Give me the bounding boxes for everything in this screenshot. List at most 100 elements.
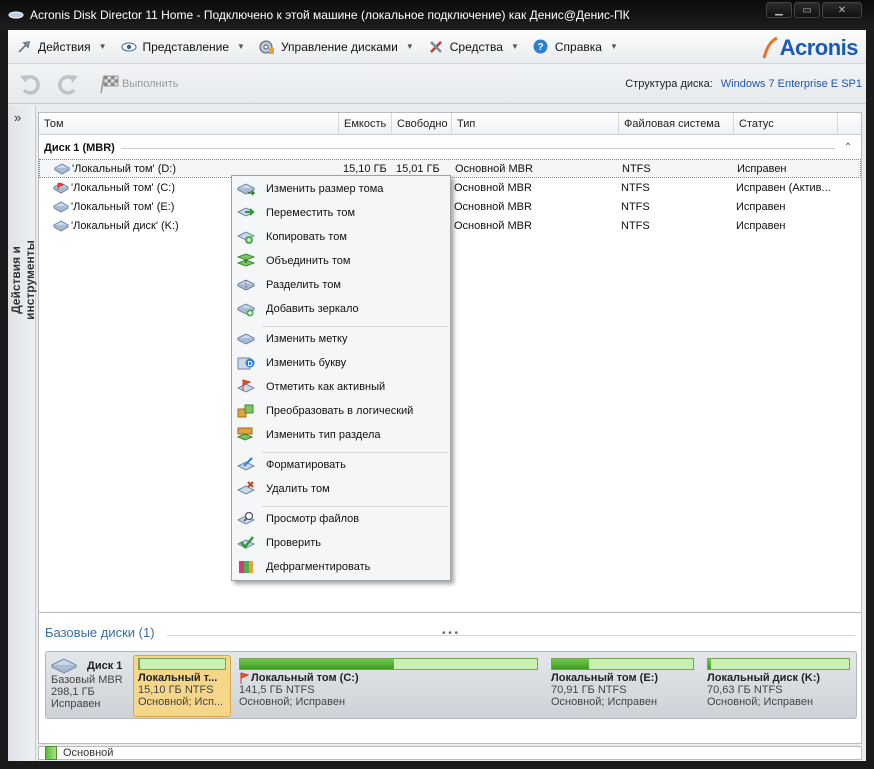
svg-text:?: ?: [538, 42, 544, 53]
menu-item-mark-active[interactable]: Отметить как активный: [232, 375, 450, 399]
column-header-type[interactable]: Тип: [452, 113, 619, 135]
row-free: 15,01 ГБ: [396, 162, 440, 175]
column-header-capacity[interactable]: Емкость: [339, 113, 392, 135]
menu-item-merge-volume[interactable]: Объединить том: [232, 249, 450, 273]
disk-name: Диск 1: [87, 660, 123, 672]
menu-item-copy-volume[interactable]: Копировать том: [232, 225, 450, 249]
menu-item-label: Изменить размер тома: [266, 183, 384, 195]
partition-size: 141,5 ГБ NTFS: [239, 684, 315, 696]
undo-icon: [20, 74, 40, 95]
maximize-button[interactable]: ▭: [794, 2, 820, 18]
resize-volume-icon: [236, 179, 256, 199]
chevron-down-icon: ▼: [237, 42, 245, 51]
menu-item-browse-files[interactable]: Просмотр файлов: [232, 507, 450, 531]
menu-item-partition-type[interactable]: Изменить тип раздела: [232, 423, 450, 447]
menu-disk-management[interactable]: Управление дисками ▼: [253, 35, 420, 59]
hard-disk-icon: [51, 658, 77, 674]
partition-status: Основной; Исправен: [551, 696, 658, 708]
undo-button[interactable]: [14, 70, 46, 98]
partition-status: Основной; Исправен: [239, 696, 346, 708]
partition-size: 15,10 ГБ NTFS: [138, 684, 214, 696]
redo-icon: [58, 74, 78, 95]
menu-item-check[interactable]: Проверить: [232, 531, 450, 555]
row-type: Основной MBR: [454, 219, 532, 232]
menu-item-delete-volume[interactable]: Удалить том: [232, 477, 450, 501]
change-label-icon: [236, 329, 256, 349]
disk-structure-link[interactable]: Windows 7 Enterprise E SP1: [721, 78, 862, 90]
menu-item-change-label[interactable]: Изменить метку: [232, 327, 450, 351]
column-header-status[interactable]: Статус: [734, 113, 838, 135]
usage-bar-fill: [139, 659, 140, 669]
menu-tools[interactable]: Средства ▼: [422, 35, 525, 59]
row-status: Исправен: [736, 219, 786, 232]
menu-item-label: Удалить том: [266, 483, 330, 495]
menu-help-label: Справка: [554, 39, 602, 54]
volume-icon: [53, 219, 69, 232]
run-button[interactable]: Выполнить: [98, 70, 178, 98]
column-header-filler: [838, 113, 859, 135]
minimize-button[interactable]: ▁: [766, 2, 792, 18]
disk-manage-icon: [259, 39, 275, 55]
title-bar: Acronis Disk Director 11 Home - Подключе…: [0, 0, 874, 30]
menu-item-split-volume[interactable]: Разделить том: [232, 273, 450, 297]
legend: Основной: [38, 746, 862, 760]
menu-item-defragment[interactable]: Дефрагментировать: [232, 555, 450, 579]
change-letter-icon: D: [236, 353, 256, 373]
menu-item-label: Объединить том: [266, 255, 351, 267]
active-flag-icon: [240, 672, 249, 684]
menu-item-label: Разделить том: [266, 279, 341, 291]
disk-map: Диск 1 Базовый MBR 298,1 ГБ Исправен Лок…: [45, 651, 857, 719]
menu-item-resize-volume[interactable]: Изменить размер тома: [232, 177, 450, 201]
row-type: Основной MBR: [454, 200, 532, 213]
check-icon: [236, 533, 256, 553]
menu-item-label: Просмотр файлов: [266, 513, 360, 525]
row-filesystem: NTFS: [621, 219, 650, 232]
menu-item-label: Изменить тип раздела: [266, 429, 381, 441]
context-menu: Изменить размер тома Переместить том Коп…: [231, 175, 451, 581]
menu-item-add-mirror[interactable]: Добавить зеркало: [232, 297, 450, 321]
disk-structure-label: Структура диска:: [625, 78, 713, 90]
collapse-up-icon[interactable]: ⌃: [841, 141, 855, 155]
menu-item-change-letter[interactable]: D Изменить букву: [232, 351, 450, 375]
menu-disk-management-label: Управление дисками: [280, 39, 398, 54]
actions-tools-sidebar[interactable]: » Действия и инструменты: [8, 106, 37, 761]
menu-bar: Действия ▼ Представление ▼ Управление диск…: [8, 30, 866, 64]
panel-splitter[interactable]: • • •: [38, 629, 862, 640]
legend-label: Основной: [63, 747, 114, 759]
divider: [120, 147, 835, 149]
partition-cell[interactable]: Локальный том (C:) 141,5 ГБ NTFS Основно…: [234, 655, 543, 717]
actions-icon: [16, 39, 32, 55]
disk-info-cell[interactable]: Диск 1 Базовый MBR 298,1 ГБ Исправен: [48, 655, 130, 717]
close-button[interactable]: ✕: [822, 2, 862, 18]
column-header-free[interactable]: Свободно: [392, 113, 452, 135]
menu-actions[interactable]: Действия ▼: [10, 35, 113, 59]
partition-status: Основной; Исправен: [707, 696, 814, 708]
menu-item-label: Отметить как активный: [266, 381, 386, 393]
usage-bar: [551, 658, 694, 670]
disk-group-title: Диск 1 (MBR): [44, 142, 115, 154]
column-header-volume[interactable]: Том: [39, 113, 339, 135]
menu-view[interactable]: Представление ▼: [115, 35, 251, 59]
column-header-filesystem[interactable]: Файловая система: [619, 113, 734, 135]
acronis-mark-icon: [762, 36, 778, 59]
menu-item-format[interactable]: Форматировать: [232, 453, 450, 477]
menu-help[interactable]: ? Справка ▼: [527, 35, 624, 59]
volume-icon: [54, 162, 70, 175]
toolbar: Выполнить Структура диска: Windows 7 Ent…: [8, 64, 866, 104]
redo-button[interactable]: [52, 70, 84, 98]
usage-bar: [239, 658, 538, 670]
menu-item-convert-logical[interactable]: Преобразовать в логический: [232, 399, 450, 423]
partition-cell[interactable]: Локальный т... 15,10 ГБ NTFS Основной; И…: [133, 655, 231, 717]
menu-item-label: Изменить метку: [266, 333, 348, 345]
partition-cell[interactable]: Локальный диск (K:) 70,63 ГБ NTFS Основн…: [702, 655, 855, 717]
menu-tools-label: Средства: [449, 39, 503, 54]
menu-item-move-volume[interactable]: Переместить том: [232, 201, 450, 225]
disk-group-header[interactable]: Диск 1 (MBR) ⌃: [39, 139, 861, 157]
row-filesystem: NTFS: [621, 200, 650, 213]
menu-item-label: Копировать том: [266, 231, 347, 243]
sidebar-label: Действия и инструменты: [9, 240, 37, 320]
partition-cell[interactable]: Локальный том (E:) 70,91 ГБ NTFS Основно…: [546, 655, 699, 717]
defrag-icon: [236, 557, 256, 577]
move-volume-icon: [236, 203, 256, 223]
expand-sidebar-icon[interactable]: »: [14, 110, 21, 125]
